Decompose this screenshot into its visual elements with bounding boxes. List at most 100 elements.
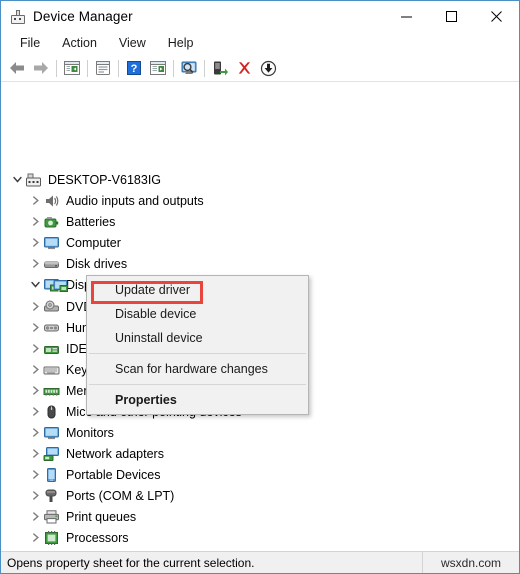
chevron-right-icon[interactable] [27, 509, 43, 525]
chevron-right-icon[interactable] [27, 320, 43, 336]
memory-icon [43, 383, 60, 399]
chevron-right-icon[interactable] [27, 425, 43, 441]
window-title: Device Manager [33, 9, 133, 24]
tree-node-label: Processors [66, 530, 129, 545]
toolbar-separator [204, 59, 205, 77]
tree-node-display-adapter-device[interactable] [1, 275, 173, 296]
tree-node-label: Audio inputs and outputs [66, 193, 204, 208]
menu-file[interactable]: File [9, 34, 51, 53]
context-menu-separator [89, 384, 306, 385]
context-menu-separator [89, 353, 306, 354]
menu-action[interactable]: Action [51, 34, 108, 53]
tree-node-network-adapters[interactable]: Network adapters [1, 443, 164, 464]
watermark: wsxdn.com [440, 555, 502, 570]
battery-icon [43, 214, 60, 230]
chevron-right-icon[interactable] [27, 214, 43, 230]
status-message: Opens property sheet for the current sel… [1, 552, 423, 573]
tree-node-root[interactable]: DESKTOP-V6183IG [1, 169, 161, 190]
tree-node-label: Disk drives [66, 256, 128, 271]
tree-node-label: Computer [66, 235, 121, 250]
tree-node-label: Portable Devices [66, 467, 161, 482]
tree-node-label: Print queues [66, 509, 137, 524]
chevron-right-icon[interactable] [27, 235, 43, 251]
console-tree-icon[interactable] [60, 56, 84, 80]
menu-help[interactable]: Help [157, 34, 205, 53]
ide-controller-icon [43, 341, 60, 357]
tree-node-ports-com-and-lpt[interactable]: Ports (COM & LPT) [1, 485, 174, 506]
svg-text:?: ? [131, 63, 138, 75]
ctx-disable-device[interactable]: Disable device [87, 302, 308, 326]
tree-node-disk-drives[interactable]: Disk drives [1, 253, 127, 274]
chevron-right-icon[interactable] [27, 383, 43, 399]
chevron-right-icon[interactable] [27, 404, 43, 420]
ctx-update-driver[interactable]: Update driver [87, 278, 308, 302]
forward-button[interactable] [29, 56, 53, 80]
mouse-icon [43, 404, 60, 420]
back-button[interactable] [5, 56, 29, 80]
chevron-right-icon[interactable] [27, 341, 43, 357]
toolbar-separator [118, 59, 119, 77]
sensor-icon [43, 551, 60, 552]
tree-node-label: Sensors [66, 551, 112, 552]
toolbar-separator [87, 59, 88, 77]
chevron-down-icon[interactable] [9, 172, 25, 188]
ctx-properties[interactable]: Properties [87, 388, 308, 412]
device-manager-window: Device Manager File Action View Help ? D… [0, 0, 520, 574]
menu-view[interactable]: View [108, 34, 157, 53]
tree-node-sensors[interactable]: Sensors [1, 548, 112, 551]
tree-node-label: Monitors [66, 425, 114, 440]
port-icon [43, 488, 60, 504]
tree-node-audio-inputs-and-outputs[interactable]: Audio inputs and outputs [1, 190, 204, 211]
red-x-icon[interactable] [232, 56, 256, 80]
chevron-right-icon[interactable] [27, 467, 43, 483]
chevron-right-icon[interactable] [27, 299, 43, 315]
speaker-icon [43, 193, 60, 209]
tree-node-portable-devices[interactable]: Portable Devices [1, 464, 161, 485]
monitor-icon [43, 235, 60, 251]
ctx-uninstall-device[interactable]: Uninstall device [87, 326, 308, 350]
help-question-icon[interactable]: ? [122, 56, 146, 80]
tree-node-label: Batteries [66, 214, 116, 229]
toolbar-separator [56, 59, 57, 77]
toolbar-separator [173, 59, 174, 77]
monitor-icon [43, 425, 60, 441]
display-adapter-device-icon [53, 278, 70, 294]
update-driver-icon[interactable] [208, 56, 232, 80]
title-bar: Device Manager [1, 1, 519, 32]
computer-root-icon [25, 172, 42, 188]
tree-node-label: DESKTOP-V6183IG [48, 172, 162, 187]
maximize-button[interactable] [429, 1, 474, 32]
toolbar: ? [1, 55, 519, 82]
tree-node-computer[interactable]: Computer [1, 232, 121, 253]
dvd-drive-icon [43, 299, 60, 315]
portable-device-icon [43, 467, 60, 483]
ctx-scan-hardware-changes[interactable]: Scan for hardware changes [87, 357, 308, 381]
chevron-right-icon[interactable] [27, 488, 43, 504]
network-adapter-icon [43, 446, 60, 462]
close-button[interactable] [474, 1, 519, 32]
disk-drive-icon [43, 256, 60, 272]
action-pane-icon[interactable] [146, 56, 170, 80]
chevron-right-icon[interactable] [27, 193, 43, 209]
status-bar: Opens property sheet for the current sel… [1, 551, 519, 573]
printer-icon [43, 509, 60, 525]
scan-monitor-icon[interactable] [177, 56, 201, 80]
tree-node-processors[interactable]: Processors [1, 527, 129, 548]
chevron-right-icon[interactable] [27, 256, 43, 272]
chevron-right-icon[interactable] [27, 362, 43, 378]
tree-node-label: Ports (COM & LPT) [66, 488, 175, 503]
minimize-button[interactable] [384, 1, 429, 32]
chevron-right-icon[interactable] [27, 551, 43, 552]
down-arrow-circle-icon[interactable] [256, 56, 280, 80]
chevron-right-icon[interactable] [27, 446, 43, 462]
hid-icon [43, 320, 60, 336]
properties-window-icon[interactable] [91, 56, 115, 80]
chevron-right-icon[interactable] [27, 530, 43, 546]
processor-icon [43, 530, 60, 546]
tree-node-print-queues[interactable]: Print queues [1, 506, 136, 527]
tree-node-batteries[interactable]: Batteries [1, 211, 115, 232]
context-menu[interactable]: Update driver Disable device Uninstall d… [86, 275, 309, 415]
device-tree[interactable]: DESKTOP-V6183IG Audio inputs and outputs [1, 82, 519, 551]
tree-node-label: Network adapters [66, 446, 164, 461]
tree-node-monitors[interactable]: Monitors [1, 422, 114, 443]
